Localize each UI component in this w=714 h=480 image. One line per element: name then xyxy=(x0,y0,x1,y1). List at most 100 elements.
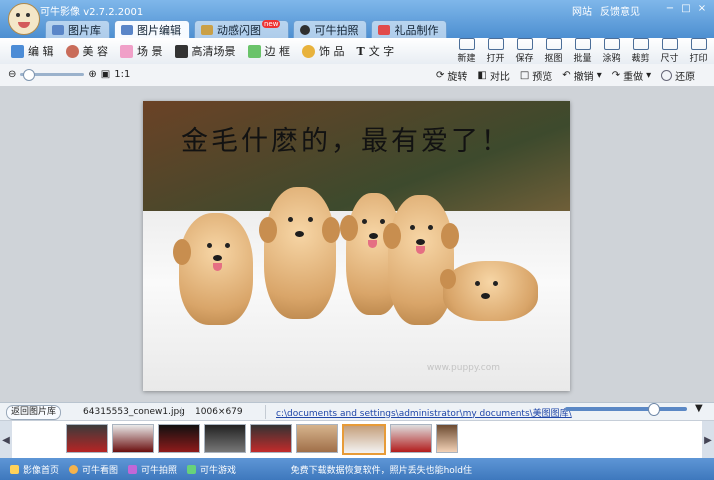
next-thumbnails-button[interactable]: ▶ xyxy=(702,421,714,459)
prev-thumbnails-button[interactable]: ◀ xyxy=(0,421,12,459)
status-label: 可牛游戏 xyxy=(200,465,237,476)
ear xyxy=(440,269,456,289)
thumbnail[interactable] xyxy=(390,424,432,453)
open-button[interactable]: 打开 xyxy=(481,38,510,64)
games-icon xyxy=(187,464,197,474)
tool-label: 场 景 xyxy=(137,45,163,58)
new-button[interactable]: 新建 xyxy=(452,38,481,64)
undo-button[interactable]: ↶ 撤销 ▾ xyxy=(560,68,603,83)
crop-icon xyxy=(632,38,649,50)
image-dimensions: 1006×679 xyxy=(181,407,265,417)
zoom-slider-thumb[interactable] xyxy=(23,69,36,81)
nose xyxy=(295,231,304,237)
status-games[interactable]: 可牛游戏 xyxy=(187,463,236,476)
file-path-link[interactable]: c:\documents and settings\administrator\… xyxy=(276,406,572,419)
beauty-icon xyxy=(65,44,79,58)
tab-camera[interactable]: 可牛拍照 xyxy=(293,20,368,38)
tool-border[interactable]: 边 框 xyxy=(245,42,294,60)
batch-button[interactable]: 批量 xyxy=(568,38,597,64)
tool-text[interactable]: T文 字 xyxy=(354,42,398,60)
status-viewer[interactable]: 可牛看图 xyxy=(69,463,118,476)
website-link[interactable]: 网站 xyxy=(572,3,592,18)
thumbnail[interactable] xyxy=(66,424,108,453)
tool-beauty[interactable]: 美 容 xyxy=(63,42,112,60)
thumbnail[interactable] xyxy=(158,424,200,453)
tongue xyxy=(213,263,222,271)
thumbnail[interactable] xyxy=(296,424,338,453)
thumbnail[interactable] xyxy=(112,424,154,453)
promo-link[interactable]: 免费下载数据恢复软件，照片丢失也能hold住 xyxy=(291,463,472,476)
ear xyxy=(340,215,358,241)
edit-icon xyxy=(121,24,133,35)
thumbnail-selected[interactable] xyxy=(342,424,386,455)
view-toolbar: ⊖ ⊕ ▣ 1:1 ⟳ 旋转 ◧ 对比 □ 预览 ↶ 撤销 ▾ ↷ 重做 ▾ 还原 xyxy=(0,64,714,87)
tool-scene[interactable]: 场 景 xyxy=(117,42,166,60)
divider xyxy=(265,405,267,419)
edited-photo[interactable]: 金毛什麽的，最有爱了！ www.puppy.com xyxy=(143,101,570,391)
btn-label: 撤销 xyxy=(573,72,594,83)
puppy-5 xyxy=(440,261,538,321)
tab-animated-gif[interactable]: 动感闪图 new xyxy=(194,19,290,38)
tab-photo-edit[interactable]: 图片编辑 xyxy=(114,20,190,38)
file-tools: 新建 打开 保存 抠图 批量 涂鸦 裁剪 尺寸 打印 xyxy=(452,38,713,64)
save-button[interactable]: 保存 xyxy=(510,38,539,64)
thumbnail[interactable] xyxy=(204,424,246,453)
thumbnail-size-slider[interactable] xyxy=(565,403,687,416)
tool-label: 打印 xyxy=(689,54,708,64)
zoom-in-icon[interactable]: ⊕ xyxy=(88,69,96,80)
tab-gift-making[interactable]: 礼品制作 xyxy=(371,20,448,38)
thumbnail[interactable] xyxy=(436,424,458,453)
t-gift-icon xyxy=(378,24,391,35)
zoom-control: ⊖ ⊕ ▣ 1:1 xyxy=(8,69,130,81)
thumbnail[interactable] xyxy=(250,424,292,453)
restore-button[interactable]: 还原 xyxy=(659,68,697,83)
file-name: 64315553_conew1.jpg xyxy=(83,407,185,417)
zoom-ratio[interactable]: 1:1 xyxy=(114,69,130,80)
maximize-button[interactable]: □ xyxy=(678,2,694,16)
folder-icon xyxy=(487,38,504,50)
minimize-button[interactable]: − xyxy=(662,2,678,16)
eye xyxy=(207,243,212,248)
tool-decoration[interactable]: 饰 品 xyxy=(299,42,348,60)
edit-icon xyxy=(11,44,24,58)
tool-edit[interactable]: 编 辑 xyxy=(8,42,57,60)
resize-button[interactable]: 尺寸 xyxy=(655,38,684,64)
image-canvas[interactable]: 金毛什麽的，最有爱了！ www.puppy.com xyxy=(0,86,714,402)
eye xyxy=(493,281,498,286)
tab-label: 可牛拍照 xyxy=(314,23,359,37)
print-button[interactable]: 打印 xyxy=(684,38,713,64)
redo-button[interactable]: ↷ 重做 ▾ xyxy=(610,68,653,83)
feedback-link[interactable]: 反馈意见 xyxy=(600,3,640,18)
crop-button[interactable]: 裁剪 xyxy=(626,38,655,64)
doodle-button[interactable]: 涂鸦 xyxy=(597,38,626,64)
eye xyxy=(225,243,230,248)
rotate-button[interactable]: ⟳ 旋转 xyxy=(434,68,469,83)
zoom-out-icon[interactable]: ⊖ xyxy=(8,69,16,80)
rotate-icon: ⟳ xyxy=(436,70,445,81)
back-to-library-button[interactable]: 返回图片库 xyxy=(6,404,62,420)
zoom-slider[interactable] xyxy=(20,69,85,81)
compare-button[interactable]: ◧ 对比 xyxy=(475,68,511,83)
tool-label: 尺寸 xyxy=(660,54,679,64)
tool-hd-scene[interactable]: 高清场景 xyxy=(172,42,239,60)
dropdown-icon[interactable]: ▾ xyxy=(597,70,602,81)
status-camera[interactable]: 可牛拍照 xyxy=(128,463,177,476)
tab-photo-library[interactable]: 图片库 xyxy=(45,20,110,38)
view-actions: ⟳ 旋转 ◧ 对比 □ 预览 ↶ 撤销 ▾ ↷ 重做 ▾ 还原 xyxy=(434,68,697,83)
eye xyxy=(288,217,293,222)
tool-label: 抠图 xyxy=(544,54,563,64)
ear xyxy=(383,223,401,249)
thumbnail-slider-thumb[interactable] xyxy=(647,403,660,416)
scene-icon xyxy=(120,44,133,58)
close-button[interactable]: × xyxy=(694,2,710,16)
scroll-down-icon[interactable]: ▼ xyxy=(695,403,703,414)
cow-logo-icon xyxy=(8,3,40,35)
dropdown-icon[interactable]: ▾ xyxy=(646,70,651,81)
cutout-button[interactable]: 抠图 xyxy=(539,38,568,64)
top-links: 网站 反馈意见 xyxy=(572,3,640,18)
tool-label: 美 容 xyxy=(82,45,109,58)
status-home[interactable]: 影像首页 xyxy=(10,463,59,476)
preview-button[interactable]: □ 预览 xyxy=(518,68,554,83)
btn-label: 重做 xyxy=(623,72,644,83)
fit-icon[interactable]: ▣ xyxy=(101,69,110,80)
